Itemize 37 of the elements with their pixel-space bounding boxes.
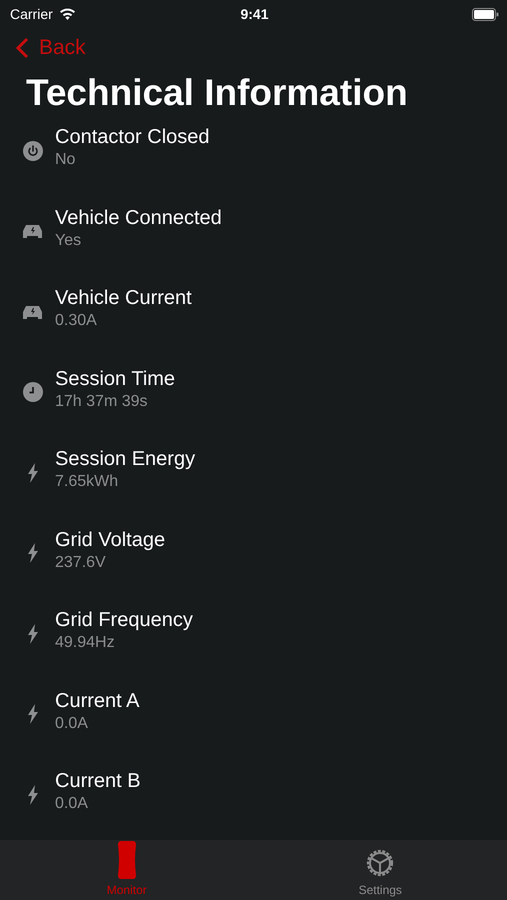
chevron-left-icon — [16, 37, 29, 59]
car-icon — [22, 223, 43, 239]
carrier-label: Carrier — [10, 6, 53, 22]
item-label: Grid Voltage — [55, 528, 166, 552]
item-value: No — [55, 151, 76, 169]
item-value: 0.30A — [55, 312, 98, 330]
lightning-bolt-icon — [26, 462, 38, 482]
item-label: Grid Frequency — [55, 609, 193, 632]
item-value: 17h 37m 39s — [55, 392, 149, 410]
item-label: Current A — [55, 690, 140, 712]
lightning-bolt-icon — [26, 704, 38, 724]
item-value: 0.0A — [55, 795, 89, 813]
lightning-bolt-icon — [26, 543, 38, 563]
battery-icon — [472, 8, 499, 20]
wifi-icon — [58, 8, 76, 20]
item-value: Yes — [55, 232, 82, 250]
car-icon — [22, 304, 43, 320]
item-label: Vehicle Connected — [55, 206, 222, 230]
charger-icon — [118, 841, 136, 879]
tab-bar-item[interactable]: Settings — [254, 840, 507, 900]
item-label: Contactor Closed — [55, 126, 210, 149]
page-title: Technical Information — [26, 72, 409, 114]
back-button[interactable]: Back — [16, 36, 86, 60]
lightning-bolt-icon — [26, 624, 38, 644]
lightning-bolt-icon — [26, 784, 38, 804]
clock-time: 9:41 — [240, 6, 269, 22]
item-value: 7.65kWh — [55, 473, 120, 491]
clock-icon — [22, 382, 42, 402]
tab-bar-item[interactable]: Monitor — [0, 840, 254, 900]
item-label: Vehicle Current — [55, 287, 192, 310]
item-label: Session Energy — [55, 448, 196, 471]
item-label: Current B — [55, 770, 141, 793]
item-value: 237.6V — [55, 554, 107, 572]
power-icon — [22, 140, 42, 160]
item-label: Session Time — [55, 368, 176, 390]
item-value: 49.94Hz — [55, 634, 116, 652]
item-value: 0.0A — [55, 714, 89, 732]
